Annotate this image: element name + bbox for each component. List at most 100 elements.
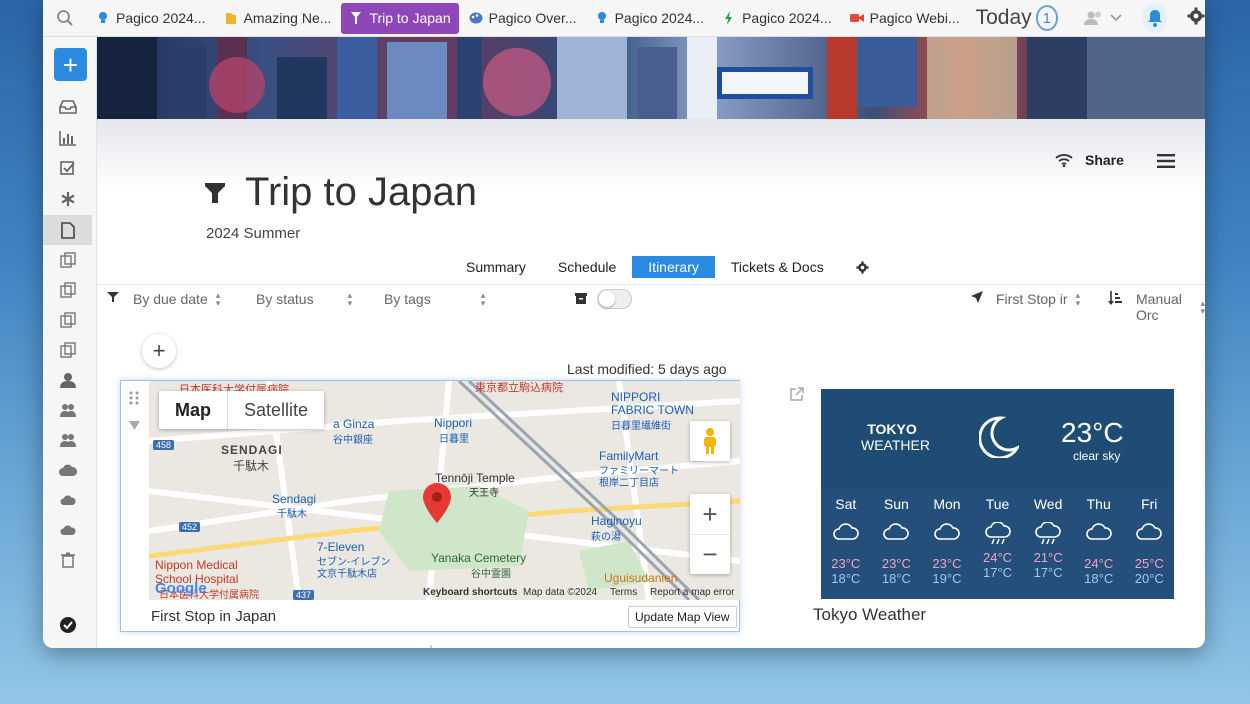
checkbox-icon[interactable] <box>43 153 92 183</box>
forecast-high: 24°C <box>983 550 1013 565</box>
notifications-button[interactable] <box>1142 3 1167 33</box>
people-icon <box>1084 11 1101 25</box>
route-shield: 452 <box>179 522 201 532</box>
tags-filter[interactable]: By tags ▴ ▾ <box>384 290 486 308</box>
tab-summary[interactable]: Summary <box>450 256 542 278</box>
tab-settings-gear-icon[interactable] <box>840 256 885 278</box>
cloud-icon[interactable] <box>43 515 92 545</box>
tab-pagico-2024-b[interactable]: Pagico 2024... <box>587 3 713 34</box>
sort-arrows-icon: ▴ ▾ <box>1075 290 1081 308</box>
map-place-label: Haginoyu <box>591 514 642 528</box>
people-icon[interactable] <box>43 425 92 455</box>
forecast-day: Fri 25°C 20°C <box>1124 488 1175 599</box>
external-link-icon[interactable] <box>790 387 804 406</box>
forecast-high: 23°C <box>881 556 911 571</box>
order-select[interactable]: Manual Orc ▴ ▾ <box>1136 291 1205 323</box>
tab-schedule[interactable]: Schedule <box>542 256 632 278</box>
cloud-icon <box>833 522 859 548</box>
add-item-button[interactable]: + <box>142 334 176 368</box>
add-below-icon[interactable]: + <box>427 640 435 648</box>
search-icon[interactable] <box>43 0 88 37</box>
sort-order-icon <box>1108 291 1122 305</box>
people-menu[interactable] <box>1084 10 1122 26</box>
due-date-filter[interactable]: By due date ▴ ▾ <box>133 290 221 308</box>
cover-banner-image <box>97 37 1205 119</box>
tab-pagico-webi[interactable]: Pagico Webi... <box>842 3 968 34</box>
drag-handle-icon[interactable] <box>129 391 139 410</box>
settings-gear-icon[interactable] <box>1187 7 1205 30</box>
terms-link[interactable]: Terms <box>610 587 637 598</box>
tab-trip-to-japan[interactable]: Trip to Japan <box>341 2 459 34</box>
status-filter-label: By status <box>256 291 314 307</box>
projects-icon[interactable] <box>43 245 92 275</box>
top-bar: Pagico 2024... Amazing Ne... Trip to Jap… <box>43 0 1205 37</box>
asterisk-icon[interactable] <box>43 184 92 214</box>
map-type-satellite-button[interactable]: Satellite <box>227 391 324 429</box>
chevron-down-icon <box>1110 14 1122 22</box>
check-circle-icon[interactable] <box>43 610 92 640</box>
zoom-in-button[interactable]: + <box>690 494 730 534</box>
tab-label: Pagico Webi... <box>869 10 960 26</box>
tab-label: Pagico 2024... <box>742 10 832 26</box>
collapse-triangle-icon[interactable] <box>129 417 140 435</box>
weather-city-sub: WEATHER <box>861 437 930 453</box>
forecast-day-name: Wed <box>1033 496 1063 512</box>
cloud-icon <box>1136 522 1163 548</box>
forecast-day: Mon 23°C 19°C <box>922 488 973 599</box>
today-label[interactable]: Today <box>976 6 1032 30</box>
archive-icon[interactable] <box>575 293 587 304</box>
tab-label: Pagico 2024... <box>115 10 206 26</box>
map-view[interactable]: 日本医科大学付属病院 東京都立駒込病院 SENDAGI 千駄木 Sendagi … <box>149 381 740 600</box>
tab-pagico-2024-a[interactable]: Pagico 2024... <box>88 3 214 34</box>
people-icon[interactable] <box>43 395 92 425</box>
projects-icon[interactable] <box>43 275 92 305</box>
archive-toggle[interactable] <box>597 289 632 309</box>
share-button[interactable]: Share <box>1055 152 1124 168</box>
cloud-icon[interactable] <box>43 485 92 515</box>
map-place-label: Sendagi <box>272 492 317 506</box>
today-count-badge[interactable]: 1 <box>1035 5 1058 31</box>
weather-city: TOKYO WEATHER <box>861 421 930 453</box>
forecast-day-name: Sat <box>835 496 857 512</box>
lightbulb-icon <box>96 11 110 25</box>
sort-arrows-icon: ▴ ▾ <box>215 290 221 308</box>
forecast-day: Tue 24°C 17°C <box>972 488 1024 599</box>
last-modified-text: Last modified: 5 days ago <box>567 361 727 377</box>
report-error-link[interactable]: Report a map error <box>650 587 734 598</box>
forecast-day-name: Sun <box>883 496 909 512</box>
sort-arrows-icon: ▴ ▾ <box>480 290 486 308</box>
add-button[interactable]: + <box>54 48 87 81</box>
tab-amazing-ne[interactable]: Amazing Ne... <box>216 3 340 34</box>
map-data-text: Map data ©2024 <box>523 587 598 598</box>
chart-icon[interactable] <box>43 123 92 153</box>
cloud-icon[interactable] <box>43 455 92 485</box>
trash-icon[interactable] <box>43 545 92 575</box>
projects-icon[interactable] <box>43 305 92 335</box>
tab-itinerary[interactable]: Itinerary <box>632 256 715 278</box>
tab-pagico-2024-c[interactable]: Pagico 2024... <box>714 3 840 34</box>
status-filter[interactable]: By status ▴ ▾ <box>256 291 352 308</box>
cloud-icon <box>1085 522 1112 548</box>
first-stop-select[interactable]: First Stop ir ▴ ▾ <box>996 290 1081 308</box>
app-window: Pagico 2024... Amazing Ne... Trip to Jap… <box>43 0 1205 648</box>
tab-pagico-over[interactable]: Pagico Over... <box>461 3 585 34</box>
street-view-pegman-icon[interactable] <box>690 421 730 461</box>
map-place-label: 萩の湯 <box>591 532 621 543</box>
video-icon <box>849 11 864 25</box>
zoom-control: + − <box>690 494 730 574</box>
person-icon[interactable] <box>43 365 92 395</box>
hamburger-menu-icon[interactable] <box>1157 154 1175 173</box>
map-type-control: Map Satellite <box>159 391 325 429</box>
keyboard-shortcuts-link[interactable]: Keyboard shortcuts <box>423 587 517 598</box>
map-type-map-button[interactable]: Map <box>159 391 227 429</box>
update-map-view-button[interactable]: Update Map View <box>628 606 737 628</box>
forecast-day: Thu 24°C 18°C <box>1073 488 1125 599</box>
map-pin-icon[interactable] <box>423 483 451 528</box>
map-place-label: Nippori <box>434 416 473 430</box>
projects-icon[interactable] <box>43 335 92 365</box>
zoom-out-button[interactable]: − <box>690 534 730 574</box>
tab-tickets-docs[interactable]: Tickets & Docs <box>715 256 840 278</box>
forecast-day-name: Fri <box>1141 496 1158 512</box>
page-icon[interactable] <box>43 215 92 245</box>
inbox-icon[interactable] <box>43 92 92 122</box>
